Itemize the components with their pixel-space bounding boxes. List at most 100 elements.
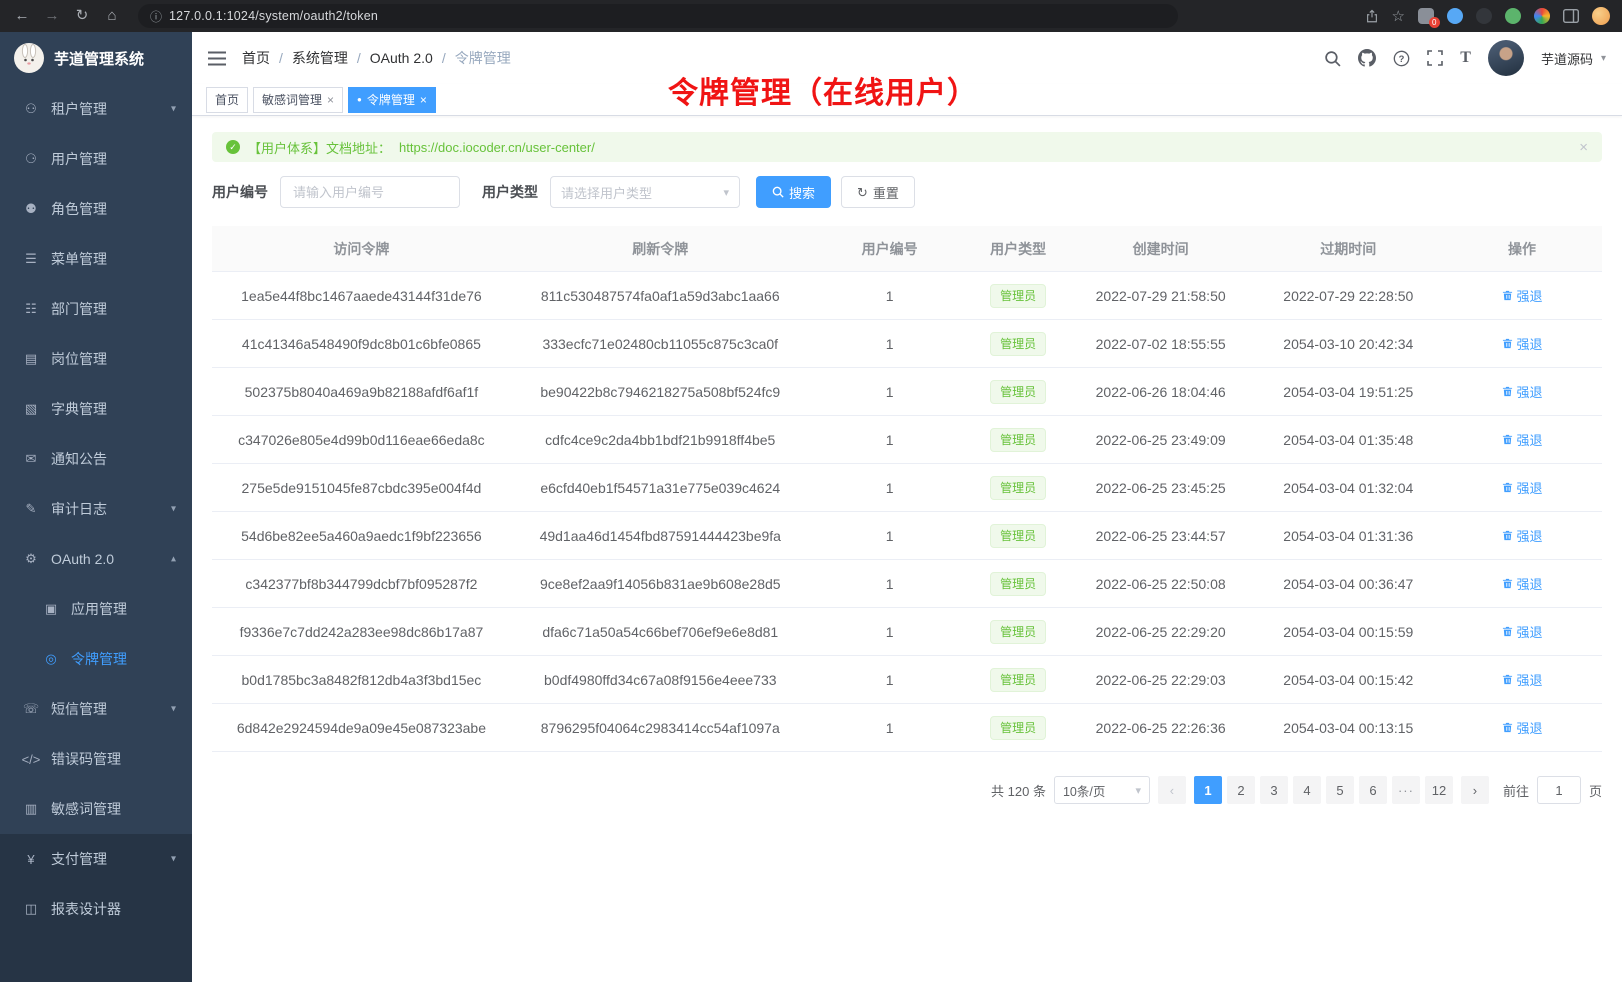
- alert-close-icon[interactable]: ×: [1579, 139, 1588, 156]
- breadcrumb-item[interactable]: 令牌管理: [433, 48, 511, 68]
- caret-down-icon[interactable]: ▾: [1601, 53, 1606, 64]
- tab-close-icon[interactable]: ×: [420, 94, 427, 106]
- user-id-cell: 1: [810, 464, 970, 512]
- table-body: 1ea5e44f8bc1467aaede43144f31de76 811c530…: [212, 272, 1602, 752]
- sidebar-item[interactable]: ▥ 敏感词管理: [0, 784, 192, 834]
- fullscreen-icon[interactable]: [1427, 50, 1443, 66]
- tab[interactable]: 敏感词管理 ×: [253, 87, 343, 113]
- search-button[interactable]: 搜索: [756, 176, 831, 208]
- browser-home-icon[interactable]: ⌂: [102, 0, 122, 32]
- breadcrumb-item[interactable]: 系统管理: [270, 48, 348, 68]
- next-page-button[interactable]: ›: [1461, 776, 1489, 804]
- prev-page-button[interactable]: ‹: [1158, 776, 1186, 804]
- table-row: 502375b8040a469a9b82188afdf6af1f be90422…: [212, 368, 1602, 416]
- force-logout-button[interactable]: 强退: [1502, 670, 1543, 689]
- tab-close-icon[interactable]: ×: [327, 94, 334, 106]
- site-info-icon[interactable]: ⓘ: [150, 8, 162, 25]
- side-panel-icon[interactable]: [1563, 9, 1579, 23]
- page-number-button[interactable]: 4: [1293, 776, 1321, 804]
- breadcrumb-item[interactable]: 首页: [242, 48, 270, 68]
- force-logout-button[interactable]: 强退: [1502, 334, 1543, 353]
- force-logout-button[interactable]: 强退: [1502, 574, 1543, 593]
- page-number-button[interactable]: 6: [1359, 776, 1387, 804]
- sidebar-item[interactable]: ▤ 岗位管理: [0, 334, 192, 384]
- refresh-token-cell: 49d1aa46d1454fbd87591444423be9fa: [511, 512, 810, 560]
- sidebar-item[interactable]: ▣ 应用管理: [0, 584, 192, 634]
- page-number-button[interactable]: 5: [1326, 776, 1354, 804]
- force-logout-button[interactable]: 强退: [1502, 286, 1543, 305]
- action-cell: 强退: [1442, 416, 1602, 464]
- table-row: 41c41346a548490f9dc8b01c6bfe0865 333ecfc…: [212, 320, 1602, 368]
- tab[interactable]: 首页: [206, 87, 248, 113]
- app-logo[interactable]: 芋道管理系统: [0, 32, 192, 84]
- sidebar-item[interactable]: </> 错误码管理: [0, 734, 192, 784]
- sidebar-item[interactable]: ⚆ 用户管理: [0, 134, 192, 184]
- table-row: f9336e7c7dd242a283ee98dc86b17a87 dfa6c71…: [212, 608, 1602, 656]
- browser-refresh-icon[interactable]: ↻: [72, 0, 92, 32]
- user-avatar[interactable]: [1488, 40, 1524, 76]
- doc-link[interactable]: https://doc.iocoder.cn/user-center/: [399, 140, 595, 155]
- force-logout-button[interactable]: 强退: [1502, 718, 1543, 737]
- share-icon[interactable]: [1365, 9, 1379, 24]
- sidebar-item[interactable]: ◫ 报表设计器: [0, 884, 192, 934]
- user-id-input[interactable]: [280, 176, 460, 208]
- sidebar-item[interactable]: ☰ 菜单管理: [0, 234, 192, 284]
- goto-page-input[interactable]: [1537, 776, 1581, 804]
- extension-icon[interactable]: [1476, 8, 1492, 24]
- force-logout-button[interactable]: 强退: [1502, 478, 1543, 497]
- address-bar[interactable]: ⓘ 127.0.0.1:1024/system/oauth2/token: [138, 4, 1178, 28]
- force-logout-button[interactable]: 强退: [1502, 382, 1543, 401]
- hamburger-icon[interactable]: [208, 51, 226, 66]
- sidebar-item[interactable]: ⚇ 租户管理 ▾: [0, 84, 192, 134]
- user-name[interactable]: 芋道源码: [1541, 49, 1593, 68]
- github-icon[interactable]: [1358, 49, 1376, 67]
- page-size-select[interactable]: 10条/页 ▾: [1054, 776, 1150, 804]
- url-text: 127.0.0.1:1024/system/oauth2/token: [169, 9, 378, 23]
- search-icon[interactable]: [1324, 50, 1341, 67]
- force-logout-button[interactable]: 强退: [1502, 430, 1543, 449]
- sidebar-item[interactable]: ▧ 字典管理: [0, 384, 192, 434]
- font-size-icon[interactable]: T: [1460, 49, 1471, 67]
- help-icon[interactable]: ?: [1393, 50, 1410, 67]
- extension-icon[interactable]: [1505, 8, 1521, 24]
- user-type-select[interactable]: 请选择用户类型 ▾: [550, 176, 740, 208]
- extension-icon[interactable]: [1447, 8, 1463, 24]
- page-number-button[interactable]: 1: [1194, 776, 1222, 804]
- reset-button[interactable]: ↻ 重置: [841, 176, 915, 208]
- user-id-cell: 1: [810, 416, 970, 464]
- browser-back-icon[interactable]: ←: [12, 0, 32, 32]
- notice-announcement-icon: ✉: [20, 451, 42, 467]
- sidebar-item[interactable]: ☷ 部门管理: [0, 284, 192, 334]
- sidebar-item[interactable]: ☏ 短信管理 ▾: [0, 684, 192, 734]
- page-number-button[interactable]: ···: [1392, 776, 1420, 804]
- sidebar-item[interactable]: ¥ 支付管理 ▾: [0, 834, 192, 884]
- table-header-cell: 创建时间: [1067, 226, 1255, 272]
- page-number-button[interactable]: 12: [1425, 776, 1453, 804]
- sidebar-item[interactable]: ✎ 审计日志 ▾: [0, 484, 192, 534]
- bookmark-star-icon[interactable]: ☆: [1392, 9, 1405, 24]
- browser-profile-avatar[interactable]: [1592, 7, 1610, 25]
- page-number-button[interactable]: 3: [1260, 776, 1288, 804]
- app-title: 芋道管理系统: [54, 48, 144, 69]
- force-logout-button[interactable]: 强退: [1502, 526, 1543, 545]
- action-cell: 强退: [1442, 512, 1602, 560]
- breadcrumb-item[interactable]: OAuth 2.0: [348, 50, 433, 66]
- user-type-badge: 管理员: [990, 620, 1046, 644]
- sidebar-item[interactable]: ◎ 令牌管理: [0, 634, 192, 684]
- access-token-cell: b0d1785bc3a8482f812db4a3f3bd15ec: [212, 656, 511, 704]
- delete-icon: [1502, 674, 1513, 685]
- sidebar-item[interactable]: ✉ 通知公告: [0, 434, 192, 484]
- expire-time-cell: 2054-03-04 01:35:48: [1254, 416, 1442, 464]
- action-cell: 强退: [1442, 320, 1602, 368]
- force-logout-button[interactable]: 强退: [1502, 622, 1543, 641]
- extensions-puzzle-icon[interactable]: [1534, 8, 1550, 24]
- browser-forward-icon[interactable]: →: [42, 0, 62, 32]
- page-number-button[interactable]: 2: [1227, 776, 1255, 804]
- extension-icon[interactable]: 0: [1418, 8, 1434, 24]
- tab[interactable]: ● 令牌管理 ×: [348, 87, 436, 113]
- sidebar-item[interactable]: ⚉ 角色管理: [0, 184, 192, 234]
- user-type-placeholder: 请选择用户类型: [561, 183, 652, 202]
- sidebar-item[interactable]: ⚙ OAuth 2.0 ▴: [0, 534, 192, 584]
- access-token-cell: 502375b8040a469a9b82188afdf6af1f: [212, 368, 511, 416]
- table-row: 6d842e2924594de9a09e45e087323abe 8796295…: [212, 704, 1602, 752]
